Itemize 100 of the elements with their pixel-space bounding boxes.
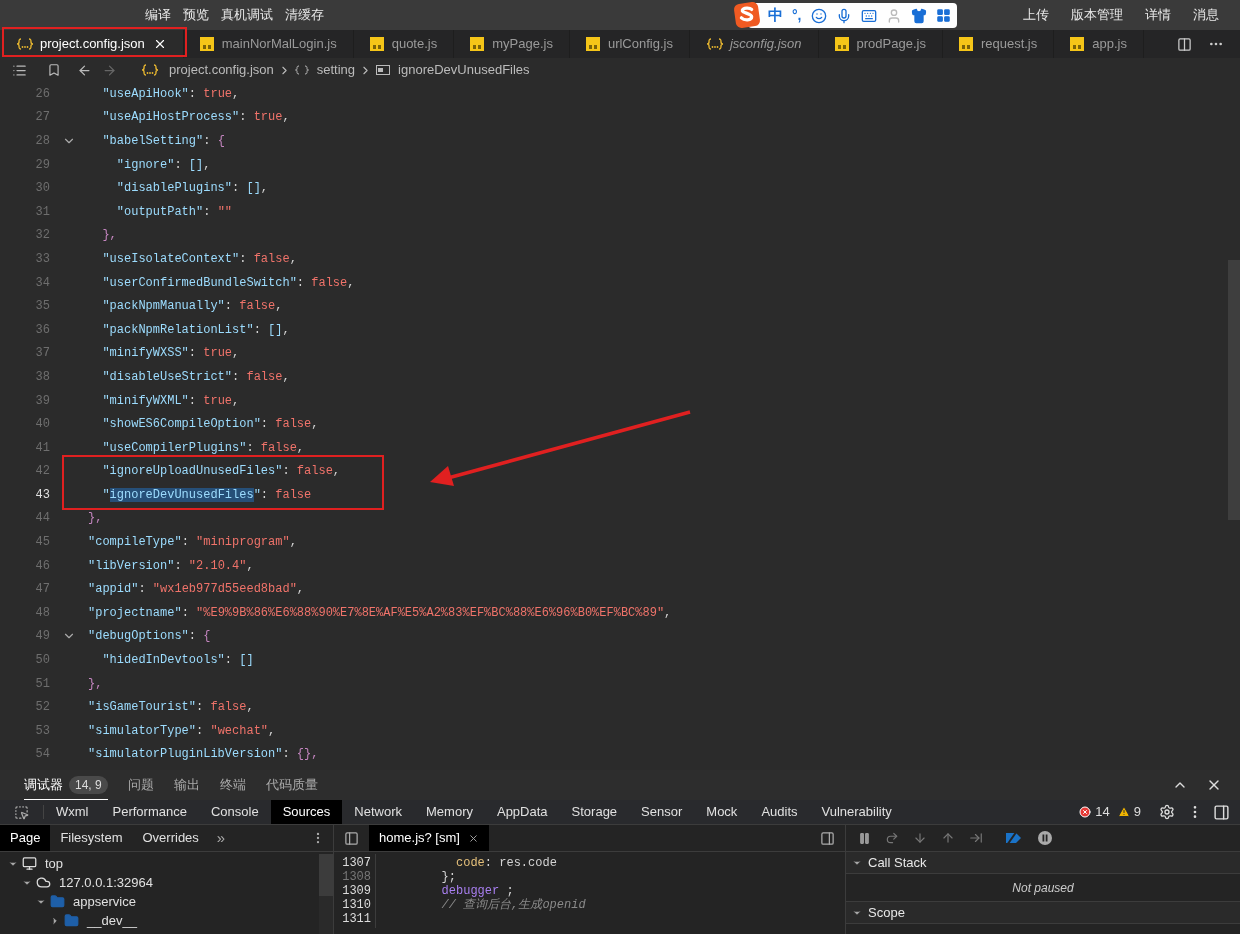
editor-tab[interactable]: project.config.json [0,30,184,58]
bookmark-icon[interactable] [47,63,61,77]
devtools-tab[interactable]: Audits [749,800,810,824]
devtools-tab[interactable]: Storage [559,800,630,824]
line-number: 27 [34,109,50,127]
devtools-tab[interactable]: Console [198,800,271,824]
tab-label: quote.js [391,35,438,54]
line-number: 34 [34,274,50,292]
forward-icon[interactable] [102,62,117,78]
editor-tab[interactable]: jsconfig.json [689,30,819,58]
section-header[interactable]: Scope [846,902,1240,924]
deactivate-breakpoints-icon[interactable] [1003,831,1023,845]
devtools-tab[interactable]: Mock [694,800,750,824]
punctuation-toggle[interactable]: °, [792,5,802,26]
toolbar-button[interactable]: 消息 [1192,4,1220,24]
more-tabs-button[interactable]: » [208,825,234,851]
close-icon[interactable] [467,832,479,844]
line-number: 1308 [334,868,376,886]
editor-tab[interactable]: mainNorMalLogin.js [183,30,354,58]
navigator-tab[interactable]: Overrides [132,825,209,851]
split-editor-icon[interactable] [1177,36,1192,52]
settings-icon[interactable] [1159,804,1175,820]
tab-label: mainNorMalLogin.js [221,35,337,54]
code-line: "useCompilerPlugins": false, [101,439,305,457]
line-number: 44 [34,510,50,528]
tree-item[interactable]: top [0,854,319,873]
code-line: "compileType": "miniprogram", [88,534,297,552]
toolbar-button[interactable]: 编译 [145,4,171,24]
line-number: 54 [34,746,50,764]
step-over-icon[interactable] [885,831,899,845]
toggle-debugger-icon[interactable] [820,830,835,846]
warning-count[interactable]: 9 [1133,802,1141,822]
code-line: }, [88,510,103,528]
cloud-icon [36,875,51,890]
panel-tab[interactable]: 问题 [127,770,154,800]
field-icon [376,65,391,75]
editor-tab[interactable]: urlConfig.js [569,30,690,58]
pause-icon[interactable] [858,831,871,845]
keyboard-icon[interactable] [860,7,877,24]
breadcrumb-item[interactable]: setting [316,60,356,80]
tree-item[interactable]: 127.0.0.1:32964 [0,873,319,892]
devtools-tab[interactable]: AppData [484,800,560,824]
dock-icon[interactable] [1213,803,1230,821]
ime-mode-toggle[interactable]: 中 [768,4,783,27]
outline-icon[interactable] [12,62,27,78]
devtools-tab[interactable]: Network [342,800,414,824]
back-icon[interactable] [77,62,92,78]
json-file-icon [141,64,159,76]
toggle-navigator-icon[interactable] [344,830,359,846]
panel-tab[interactable]: 终端 [219,770,246,800]
pause-on-exceptions-icon[interactable] [1037,830,1053,846]
tree-item[interactable]: __dev__ [0,911,319,930]
js-file-icon [199,37,214,51]
devtools-tab[interactable]: Sources [270,800,343,824]
inspect-icon[interactable] [14,804,29,820]
toolbar-button[interactable]: 详情 [1144,4,1172,24]
tree-item[interactable]: appservice [0,892,319,911]
editor-tab[interactable]: request.js [942,30,1055,58]
js-file-icon [1070,37,1085,51]
editor-tab[interactable]: quote.js [353,30,455,58]
step-icon[interactable] [969,831,983,845]
navigator-tab[interactable]: Filesystem [50,825,133,851]
toolbar-button[interactable]: 上传 [1022,4,1050,24]
breadcrumb-item[interactable]: project.config.json [169,60,274,80]
code-line: "outputPath": "" [115,203,233,221]
js-file-icon [470,37,485,51]
shirt-icon[interactable] [910,7,927,24]
editor-tab[interactable]: myPage.js [454,30,570,58]
step-into-icon[interactable] [913,831,927,845]
breadcrumb-item[interactable]: ignoreDevUnusedFiles [398,60,530,80]
emoji-icon[interactable] [810,7,827,24]
tab-label: prodPage.js [856,35,926,54]
code-line: }; [440,869,456,885]
code-line: }, [88,675,103,693]
toolbar-button[interactable]: 版本管理 [1070,4,1124,24]
devtools-tab[interactable]: Memory [414,800,485,824]
editor-tab[interactable]: app.js [1054,30,1144,58]
toolbar-button[interactable]: 真机调试 [221,4,273,24]
line-number: 42 [34,463,50,481]
line-number: 30 [34,180,50,198]
panel-tab[interactable]: 代码质量 [265,770,318,800]
navigator-tab[interactable]: Page [0,825,51,851]
section-header[interactable]: Call Stack [846,852,1240,874]
error-count[interactable]: 14 [1095,802,1110,822]
source-file-tab[interactable]: home.js? [sm] [369,825,489,851]
editor-tab[interactable]: prodPage.js [818,30,943,58]
scrollbar-thumb[interactable] [319,854,333,896]
step-out-icon[interactable] [941,831,955,845]
devtools-tab[interactable]: Performance [100,800,199,824]
devtools-tab[interactable]: Vulnerability [809,800,904,824]
devtools-tab[interactable]: Sensor [629,800,695,824]
line-number: 31 [34,203,50,221]
devtools-tab[interactable]: Wxml [44,800,101,824]
toolbar-button[interactable]: 清缓存 [285,4,324,24]
grid-icon[interactable] [935,8,951,23]
json-file-icon [705,38,724,50]
line-number: 1309 [334,882,376,900]
panel-tab[interactable]: 输出 [173,770,200,800]
line-number: 48 [34,604,50,622]
toolbar-button[interactable]: 预览 [183,4,209,24]
